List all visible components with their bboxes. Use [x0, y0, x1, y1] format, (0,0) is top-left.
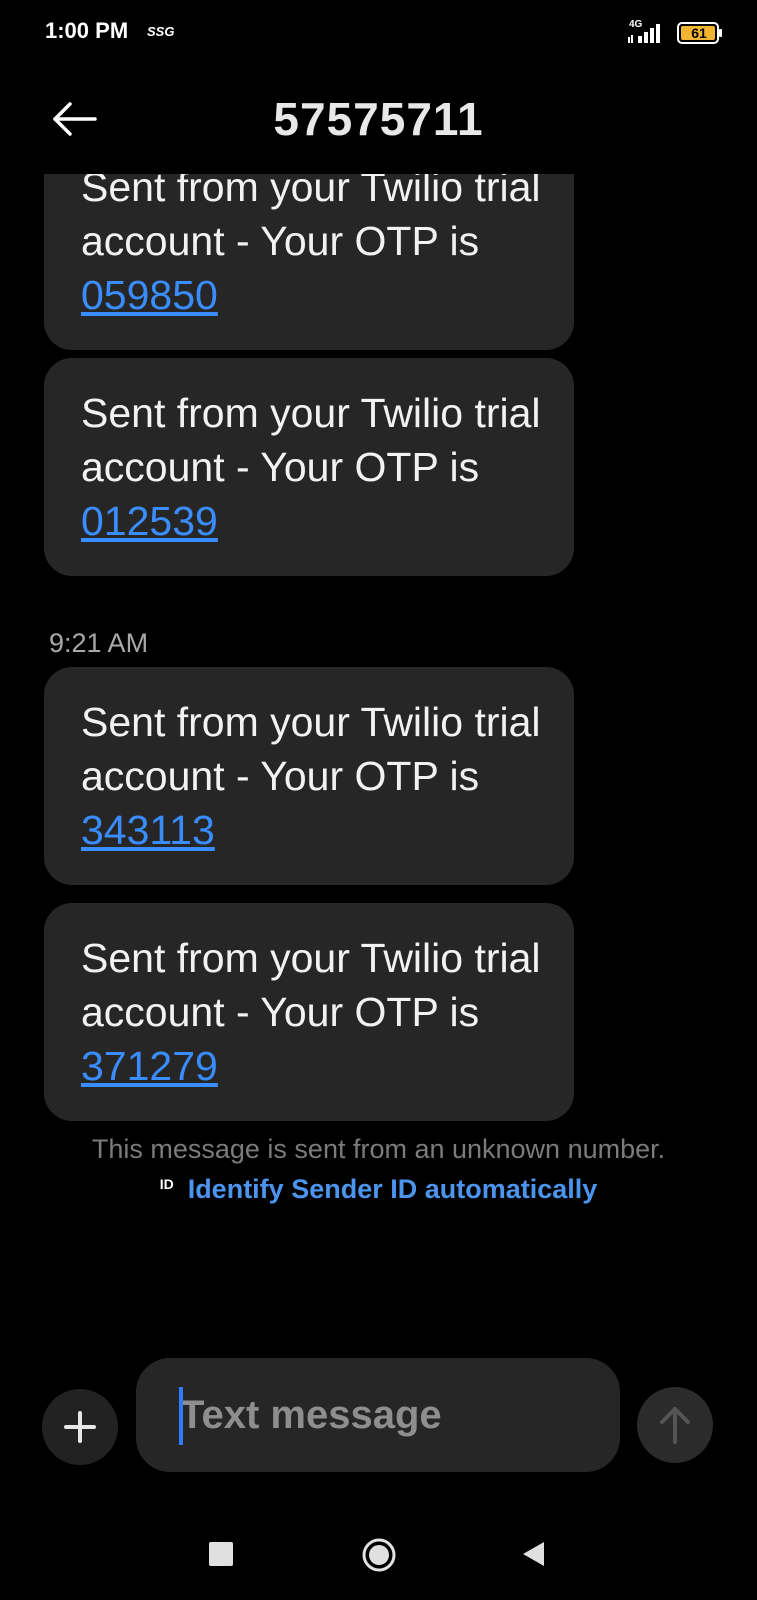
- arrow-up-icon: [660, 1407, 690, 1444]
- signal-icon: [628, 24, 660, 43]
- otp-link[interactable]: 343113: [81, 807, 215, 853]
- otp-link[interactable]: 371279: [81, 1043, 218, 1089]
- message-bubble[interactable]: Sent from your Twilio trial account - Yo…: [44, 358, 574, 576]
- identify-sender-link[interactable]: Identify Sender ID automatically: [188, 1174, 598, 1205]
- triangle-left-icon: [523, 1542, 544, 1566]
- message-list[interactable]: Sent from your Twilio trial account - Yo…: [0, 174, 757, 1354]
- send-button[interactable]: [637, 1387, 713, 1463]
- carrier-icon: SSG: [147, 24, 175, 39]
- id-badge-icon: ID: [159, 1176, 174, 1192]
- otp-link[interactable]: 012539: [81, 498, 218, 544]
- battery-level: 61: [691, 25, 707, 41]
- add-attachment-button[interactable]: [42, 1389, 118, 1465]
- conversation-header: 57575711: [0, 70, 757, 174]
- message-timestamp: 9:21 AM: [49, 628, 149, 658]
- contact-title: 57575711: [273, 93, 484, 145]
- identify-sender-row: ID Identify Sender ID automatically: [0, 1174, 757, 1205]
- message-input[interactable]: [136, 1358, 620, 1472]
- status-bar: 1:00 PM SSG 4G 61: [0, 0, 757, 66]
- otp-link[interactable]: 059850: [81, 272, 218, 318]
- message-text: Sent from your Twilio trial account - Yo…: [81, 699, 541, 799]
- message-bubble[interactable]: Sent from your Twilio trial account - Yo…: [44, 903, 574, 1121]
- message-bubble[interactable]: Sent from your Twilio trial account - Yo…: [44, 174, 574, 350]
- message-text: Sent from your Twilio trial account - Yo…: [81, 390, 541, 490]
- nav-back-button[interactable]: [520, 1540, 546, 1568]
- message-text: Sent from your Twilio trial account - Yo…: [81, 174, 541, 264]
- home-button[interactable]: [362, 1538, 396, 1572]
- circle-icon: [362, 1538, 396, 1572]
- plus-icon: [64, 1411, 96, 1443]
- status-time: 1:00 PM: [45, 18, 129, 43]
- recents-button[interactable]: [209, 1542, 233, 1566]
- unknown-sender-notice: This message is sent from an unknown num…: [91, 1134, 666, 1164]
- message-bubble[interactable]: Sent from your Twilio trial account - Yo…: [44, 667, 574, 885]
- message-text: Sent from your Twilio trial account - Yo…: [81, 935, 541, 1035]
